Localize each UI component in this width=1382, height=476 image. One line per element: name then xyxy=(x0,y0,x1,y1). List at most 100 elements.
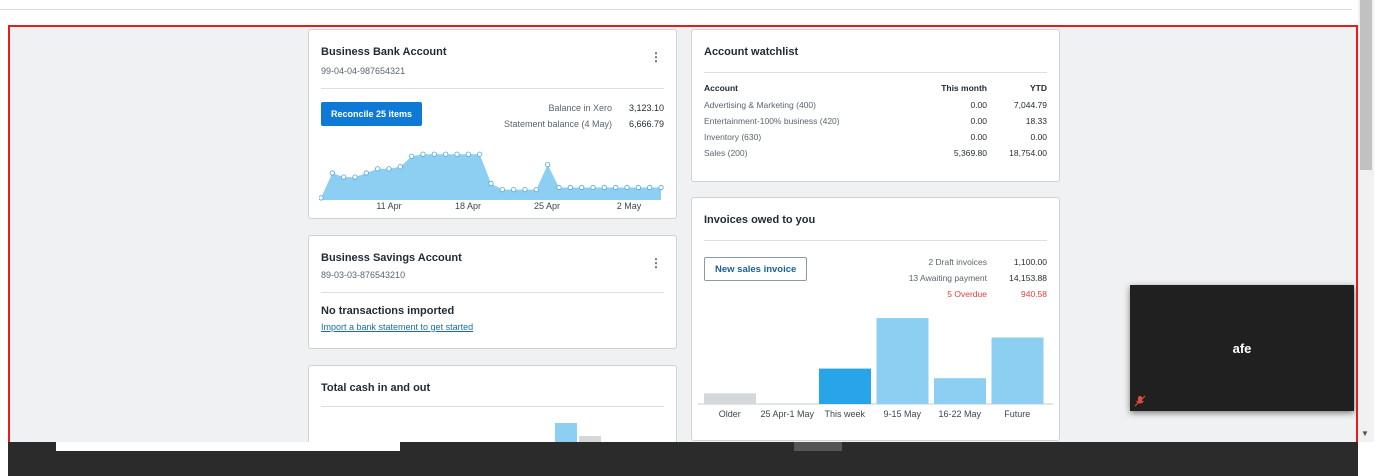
divider xyxy=(704,240,1047,241)
ytd-value: 18.33 xyxy=(1025,116,1047,126)
more-options-icon[interactable]: ⋮ xyxy=(650,50,662,64)
table-row[interactable]: Inventory (630) 0.00 0.00 xyxy=(704,129,1047,145)
new-sales-invoice-button[interactable]: New sales invoice xyxy=(704,257,808,281)
bottom-bar-segment xyxy=(794,442,842,451)
vertical-scrollbar[interactable]: ▼ xyxy=(1358,0,1374,442)
statement-balance-row: Statement balance (4 May) 6,666.79 xyxy=(464,116,664,132)
invoice-bar[interactable] xyxy=(934,378,986,404)
balance-point[interactable] xyxy=(341,174,347,180)
invoices-title[interactable]: Invoices owed to you xyxy=(704,214,1047,226)
draft-invoices-row[interactable]: 2 Draft invoices 1,100.00 xyxy=(847,254,1047,270)
invoice-bar[interactable] xyxy=(819,368,871,404)
balance-point[interactable] xyxy=(443,151,449,157)
divider xyxy=(321,292,664,293)
top-divider xyxy=(0,9,1352,10)
more-options-icon[interactable]: ⋮ xyxy=(650,256,662,270)
balance-point[interactable] xyxy=(522,186,528,193)
bank-account-card: Business Bank Account 99-04-04-987654321… xyxy=(308,29,677,219)
bottom-input-strip[interactable] xyxy=(56,442,400,451)
balance-point[interactable] xyxy=(533,186,539,193)
no-transactions-title: No transactions imported xyxy=(321,305,455,317)
overdue-label[interactable]: 5 Overdue xyxy=(947,289,987,299)
awaiting-payment-row[interactable]: 13 Awaiting payment 14,153.88 xyxy=(847,270,1047,286)
column-header-account: Account xyxy=(704,83,738,93)
invoice-bar[interactable] xyxy=(704,393,756,404)
scrollbar-thumb[interactable] xyxy=(1360,0,1372,170)
bank-balance-chart xyxy=(319,151,664,201)
account-name[interactable]: Entertainment-100% business (420) xyxy=(704,113,917,129)
divider xyxy=(704,72,1047,73)
participant-name: afe xyxy=(1232,341,1252,356)
balance-point[interactable] xyxy=(454,151,460,157)
mic-muted-icon xyxy=(1134,395,1146,407)
balance-point[interactable] xyxy=(613,184,619,191)
balance-point[interactable] xyxy=(658,184,664,191)
balance-xero-label: Balance in Xero xyxy=(548,103,612,113)
this-month-value: 5,369.80 xyxy=(953,148,987,158)
table-row[interactable]: Sales (200) 5,369.80 18,754.00 xyxy=(704,145,1047,161)
draft-invoices-label[interactable]: 2 Draft invoices xyxy=(928,257,987,267)
table-row[interactable]: Advertising & Marketing (400) 0.00 7,044… xyxy=(704,97,1047,113)
invoice-bar[interactable] xyxy=(876,318,929,404)
balance-point[interactable] xyxy=(319,195,324,201)
balance-point[interactable] xyxy=(567,184,573,191)
awaiting-payment-label[interactable]: 13 Awaiting payment xyxy=(909,273,987,283)
this-month-value: 0.00 xyxy=(970,100,987,110)
balance-point[interactable] xyxy=(556,184,562,191)
balance-point[interactable] xyxy=(431,151,437,157)
ytd-value: 0.00 xyxy=(1030,132,1047,142)
balance-point[interactable] xyxy=(579,184,585,191)
invoice-bar[interactable] xyxy=(991,337,1044,405)
watchlist-title[interactable]: Account watchlist xyxy=(704,46,1047,58)
balance-point[interactable] xyxy=(352,174,358,180)
cash-flow-title[interactable]: Total cash in and out xyxy=(321,382,664,394)
video-tile[interactable]: afe xyxy=(1130,285,1354,411)
invoices-card: Invoices owed to you New sales invoice 2… xyxy=(691,197,1060,441)
bank-chart-x-label: 18 Apr xyxy=(454,201,482,211)
balance-in-xero-row: Balance in Xero 3,123.10 xyxy=(464,100,664,116)
balance-point[interactable] xyxy=(545,161,551,168)
savings-account-title[interactable]: Business Savings Account xyxy=(321,252,664,264)
savings-account-number: 89-03-03-876543210 xyxy=(321,270,406,280)
invoice-chart-x-label: Older xyxy=(718,409,741,419)
overdue-row[interactable]: 5 Overdue 940.58 xyxy=(847,286,1047,302)
balance-point[interactable] xyxy=(420,151,426,157)
balance-point[interactable] xyxy=(635,184,641,191)
balance-point[interactable] xyxy=(488,180,494,187)
balance-area xyxy=(321,154,661,200)
divider xyxy=(321,406,664,407)
balance-point[interactable] xyxy=(397,164,403,170)
draft-invoices-value: 1,100.00 xyxy=(1013,257,1047,267)
balance-point[interactable] xyxy=(511,186,517,193)
bank-chart-x-label: 25 Apr xyxy=(533,201,561,211)
balance-point[interactable] xyxy=(477,151,483,157)
balance-point[interactable] xyxy=(499,186,505,193)
watchlist-header-row: Account This month YTD xyxy=(704,83,1047,97)
bank-chart-x-label: 11 Apr xyxy=(376,201,402,211)
reconcile-button[interactable]: Reconcile 25 items xyxy=(321,102,423,126)
savings-account-card: Business Savings Account 89-03-03-876543… xyxy=(308,235,677,349)
balance-point[interactable] xyxy=(624,184,630,191)
balance-point[interactable] xyxy=(601,184,607,191)
bank-account-title[interactable]: Business Bank Account xyxy=(321,46,664,58)
bank-chart-x-axis: 11 Apr 18 Apr 25 Apr 2 May xyxy=(309,201,678,213)
bank-chart-x-label: 2 May xyxy=(616,201,642,211)
balance-point[interactable] xyxy=(375,166,381,172)
balance-point[interactable] xyxy=(363,170,369,176)
account-name[interactable]: Inventory (630) xyxy=(704,129,917,145)
invoice-chart-x-label: 9-15 May xyxy=(883,409,922,419)
account-name[interactable]: Advertising & Marketing (400) xyxy=(704,97,917,113)
balance-point[interactable] xyxy=(647,184,653,191)
table-row[interactable]: Entertainment-100% business (420) 0.00 1… xyxy=(704,113,1047,129)
overdue-value: 940.58 xyxy=(1021,289,1047,299)
dashboard-area: Business Bank Account 99-04-04-987654321… xyxy=(8,25,1358,451)
balance-point[interactable] xyxy=(465,151,471,157)
balance-point[interactable] xyxy=(590,184,596,191)
account-name[interactable]: Sales (200) xyxy=(704,145,917,161)
balance-point[interactable] xyxy=(386,166,392,172)
balance-point[interactable] xyxy=(329,170,335,176)
import-statement-link[interactable]: Import a bank statement to get started xyxy=(321,322,473,332)
balance-point[interactable] xyxy=(409,153,415,159)
scroll-down-icon[interactable]: ▼ xyxy=(1361,429,1369,438)
bottom-bar xyxy=(8,442,1358,476)
